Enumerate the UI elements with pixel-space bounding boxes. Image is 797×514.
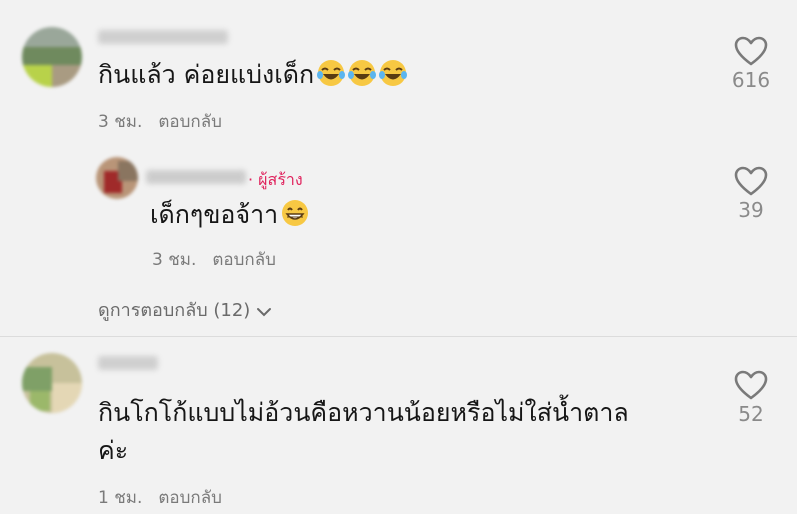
comment-text-line1: กินโกโก้แบบไม่อ้วนคือหวานน้อยหรือไม่ใส่น…: [98, 398, 629, 427]
view-replies-label: ดูการตอบกลับ (12): [98, 300, 251, 321]
heart-icon[interactable]: [734, 370, 768, 400]
divider: [0, 336, 797, 337]
heart-icon[interactable]: [734, 36, 768, 66]
laughing-tears-emoji-icon: [317, 59, 346, 87]
reply-button[interactable]: ตอบกลับ: [158, 488, 222, 508]
like-button[interactable]: 52: [726, 370, 776, 426]
grinning-emoji-icon: [281, 199, 309, 227]
heart-icon[interactable]: [734, 166, 768, 196]
like-button[interactable]: 616: [726, 36, 776, 92]
like-count: 39: [738, 198, 764, 222]
chevron-down-icon: [256, 301, 272, 322]
like-count: 52: [738, 402, 764, 426]
laughing-tears-emoji-icon: [348, 59, 377, 87]
username[interactable]: [98, 356, 158, 370]
comment-meta: 3 ชม. ตอบกลับ: [98, 108, 222, 135]
avatar[interactable]: [22, 27, 82, 87]
avatar[interactable]: [22, 353, 82, 413]
avatar[interactable]: [96, 157, 138, 199]
timestamp: 3 ชม.: [98, 112, 143, 132]
comment-text-content: กินแล้ว ค่อยแบ่งเด็ก: [98, 60, 315, 89]
comment-text-content: เด็กๆขอจ้าา: [150, 200, 279, 229]
view-replies-button[interactable]: ดูการตอบกลับ (12): [98, 295, 272, 324]
comment-text-line2: ค่ะ: [98, 436, 129, 465]
laughing-tears-emoji-icon: [379, 59, 408, 87]
like-count: 616: [731, 68, 771, 92]
like-button[interactable]: 39: [726, 166, 776, 222]
comment-meta: 3 ชม. ตอบกลับ: [152, 246, 276, 273]
username[interactable]: [146, 170, 246, 184]
username[interactable]: [98, 30, 228, 44]
timestamp: 3 ชม.: [152, 250, 197, 270]
comment-meta: 1 ชม. ตอบกลับ: [98, 484, 222, 511]
timestamp: 1 ชม.: [98, 488, 143, 508]
creator-badge: · ผู้สร้าง: [248, 170, 303, 189]
reply-button[interactable]: ตอบกลับ: [158, 112, 222, 132]
comment-text: เด็กๆขอจ้าา: [150, 198, 309, 232]
comment-text: กินแล้ว ค่อยแบ่งเด็ก: [98, 58, 408, 92]
reply-button[interactable]: ตอบกลับ: [212, 250, 276, 270]
